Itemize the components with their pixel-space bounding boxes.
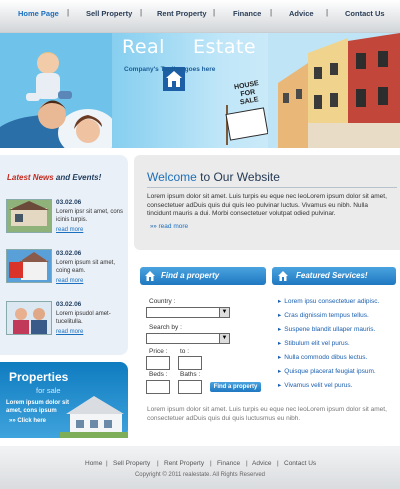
copyright: Copyright © 2011 realestate. All Rights … xyxy=(134,472,266,478)
service-link[interactable]: Nulla commodo dibus lectus. xyxy=(278,353,367,361)
top-nav: Home Page | Sell Property | Rent Propert… xyxy=(0,0,400,33)
buildings-photo xyxy=(268,33,400,148)
price-to-label: to : xyxy=(180,348,190,355)
house-icon xyxy=(145,271,155,281)
footer-rent-property[interactable]: Rent Property xyxy=(164,460,204,467)
footer xyxy=(0,446,400,489)
welcome-read-more-label: read more xyxy=(158,223,189,230)
news-title: Latest News and Events! xyxy=(7,173,101,182)
news-thumb-1[interactable] xyxy=(6,199,52,233)
nav-separator: | xyxy=(140,8,143,17)
footer-separator: | xyxy=(106,460,108,467)
find-property-button[interactable]: Find a property xyxy=(210,382,261,392)
find-property-title: Find a property xyxy=(161,271,220,280)
country-label: Country : xyxy=(149,298,176,305)
footer-sell-property[interactable]: Sell Property xyxy=(113,460,150,467)
properties-click-here[interactable]: »» Click here xyxy=(9,418,46,424)
country-select[interactable]: ▼ xyxy=(146,307,230,318)
news-title-part2: and Events! xyxy=(53,173,102,182)
properties-title: Properties xyxy=(9,370,69,384)
price-min-input[interactable] xyxy=(146,356,170,370)
footer-separator: | xyxy=(157,460,159,467)
footer-separator: | xyxy=(246,460,248,467)
news-read-more-1[interactable]: read more xyxy=(56,227,83,233)
news-date-3: 03.02.06 xyxy=(56,301,82,308)
news-read-more-2[interactable]: read more xyxy=(56,278,83,284)
search-by-label: Search by : xyxy=(149,324,182,331)
service-link[interactable]: Lorem ipsu consectetuer adipisc. xyxy=(278,297,379,305)
price-label: Price : xyxy=(149,348,168,355)
footer-separator: | xyxy=(277,460,279,467)
nav-contact-us[interactable]: Contact Us xyxy=(345,9,385,18)
nav-separator: | xyxy=(213,8,216,17)
footer-finance[interactable]: Finance xyxy=(217,460,240,467)
service-link[interactable]: Vivamus velit vel purus. xyxy=(278,381,352,389)
welcome-read-more[interactable]: »» read more xyxy=(150,223,188,230)
nav-sell-property[interactable]: Sell Property xyxy=(86,9,132,18)
service-link[interactable]: Quisque placerat feugiat ipsum. xyxy=(278,367,375,375)
nav-rent-property[interactable]: Rent Property xyxy=(157,9,207,18)
nav-separator: | xyxy=(270,8,273,17)
family-photo xyxy=(0,33,112,148)
nav-home[interactable]: Home Page xyxy=(18,9,59,18)
chevron-down-icon: ▼ xyxy=(219,334,229,343)
search-by-select[interactable]: ▼ xyxy=(146,333,230,344)
news-read-more-3[interactable]: read more xyxy=(56,329,83,335)
nav-separator: | xyxy=(326,8,329,17)
news-text-2: Lorem ipsum sit amet, coing eam. xyxy=(56,260,116,274)
service-link[interactable]: Suspene blandit ullaper mauris. xyxy=(278,325,375,333)
properties-subtitle: for sale xyxy=(36,386,61,395)
logo-word-real: Real xyxy=(122,36,165,58)
logo-word-estate: Estate xyxy=(192,36,257,58)
beds-label: Beds : xyxy=(149,371,168,378)
footer-contact-us[interactable]: Contact Us xyxy=(284,460,316,467)
news-title-part1: Latest News xyxy=(7,173,54,182)
news-text-3: Lorem ipsudol amet- tucelitulla. xyxy=(56,311,111,325)
news-date-2: 03.02.06 xyxy=(56,250,82,257)
baths-label: Baths : xyxy=(180,371,201,378)
bottom-text: Lorem ipsum dolor sit amet. Luis turpis … xyxy=(147,406,387,422)
featured-services-header: Featured Services! xyxy=(272,267,396,285)
chevron-right-icon: »» xyxy=(150,224,157,230)
company-tagline: Company's Tagline goes here xyxy=(124,66,216,73)
nav-finance[interactable]: Finance xyxy=(233,9,261,18)
nav-separator: | xyxy=(67,8,70,17)
baths-input[interactable] xyxy=(178,380,202,394)
footer-home[interactable]: Home xyxy=(85,460,102,467)
news-thumb-2[interactable] xyxy=(6,249,52,283)
chevron-down-icon: ▼ xyxy=(219,308,229,317)
beds-input[interactable] xyxy=(146,380,170,394)
featured-services-title: Featured Services! xyxy=(296,271,368,280)
welcome-title-part1: Welcome xyxy=(147,170,197,184)
price-max-input[interactable] xyxy=(178,356,202,370)
footer-advice[interactable]: Advice xyxy=(252,460,272,467)
for-sale-sign xyxy=(225,105,268,145)
nav-advice[interactable]: Advice xyxy=(289,9,314,18)
news-text-1: Lorem ipsr sit amet, cons icinis turpis. xyxy=(56,209,124,223)
welcome-title: Welcome to Our Website xyxy=(147,170,280,184)
service-link[interactable]: Stibulum elit vel purus. xyxy=(278,339,349,347)
site-logo[interactable]: Real Estate xyxy=(122,36,256,58)
house-icon xyxy=(278,271,288,281)
news-thumb-3[interactable] xyxy=(6,301,52,335)
welcome-text: Lorem ipsum dolor sit amet. Luis turpis … xyxy=(147,193,387,217)
welcome-title-part2: to Our Website xyxy=(196,170,280,184)
news-date-1: 03.02.06 xyxy=(56,199,82,206)
welcome-divider xyxy=(147,187,397,188)
find-property-header: Find a property xyxy=(140,267,266,285)
footer-separator: | xyxy=(210,460,212,467)
service-link[interactable]: Cras dignissim tempus tellus. xyxy=(278,311,369,319)
properties-text: Lorem ipsum dolor sit amet, cons ipsum xyxy=(6,400,70,414)
